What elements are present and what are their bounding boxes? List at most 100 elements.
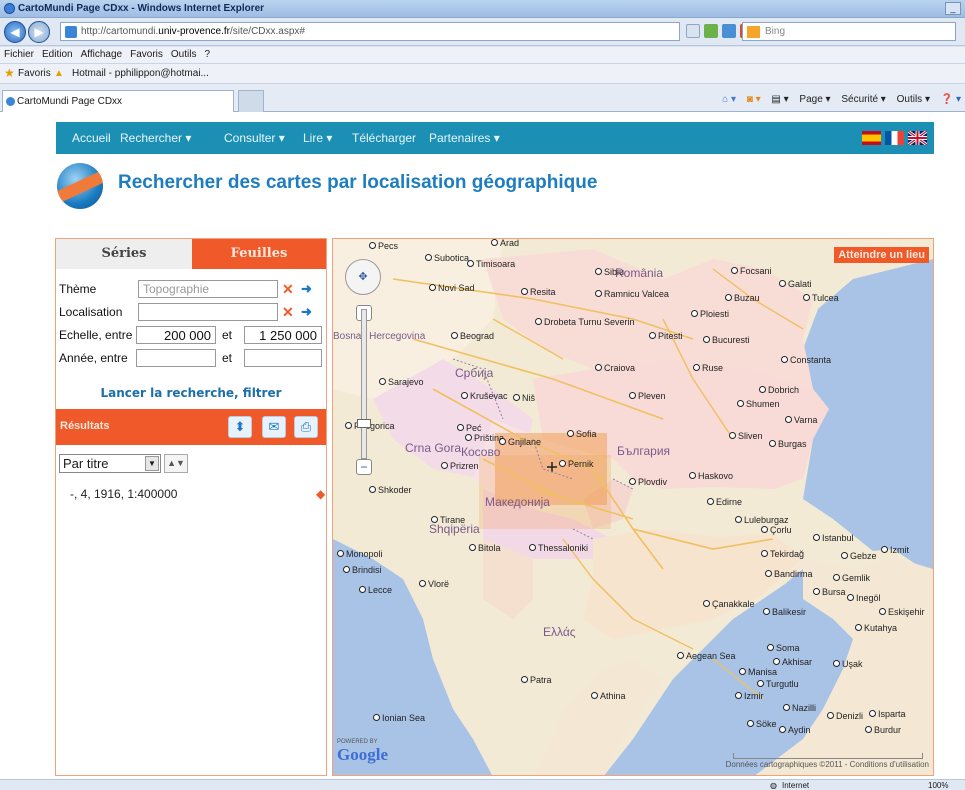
echelle-min-field[interactable]: 200 000	[136, 326, 216, 344]
city-athina: Athina	[591, 691, 626, 701]
city-bitola: Bitola	[469, 543, 501, 553]
hotmail-link[interactable]: Hotmail - pphilippon@hotmai...	[72, 68, 209, 79]
print-results-icon[interactable]: ⎙	[294, 416, 318, 438]
theme-arrow-icon[interactable]: ➜	[301, 281, 312, 297]
city-sofia: Sofia	[567, 429, 597, 439]
home-icon[interactable]: ⌂ ▾	[722, 94, 736, 105]
city-luleburgaz: Luleburgaz	[735, 515, 789, 525]
localisation-field[interactable]	[138, 303, 278, 321]
zoom-level[interactable]: 100%	[928, 781, 948, 790]
list-item[interactable]: -, 4, 1916, 1:400000	[70, 487, 177, 501]
zoom-out-button[interactable]: −	[356, 459, 372, 475]
city-focsani: Focsani	[731, 266, 772, 276]
menu-outils[interactable]: Outils	[167, 47, 201, 60]
nav-lire[interactable]: Lire ▾	[303, 131, 332, 145]
search-placeholder: Bing	[765, 26, 786, 37]
city-istanbul: Istanbul	[813, 533, 854, 543]
address-toolbar: ◀ ▶ http://cartomundi.univ-provence.fr/s…	[0, 18, 965, 46]
page-title: Rechercher des cartes par localisation g…	[118, 172, 598, 193]
back-button[interactable]: ◀	[4, 21, 26, 43]
search-filter-button[interactable]: Lancer la recherche, filtrer	[56, 386, 326, 400]
result-marker-icon: ◆	[316, 487, 326, 501]
city-brindisi: Brindisi	[343, 565, 382, 575]
map-view[interactable]: România Србија Crna Gora Косово Македони…	[332, 238, 934, 776]
flag-es-icon[interactable]	[862, 131, 881, 145]
dropdown-icon[interactable]	[686, 24, 700, 38]
localisation-arrow-icon[interactable]: ➜	[301, 304, 312, 320]
city-soma: Soma	[767, 643, 800, 653]
label-aegean-sea: Aegean Sea	[677, 651, 736, 661]
new-tab-button[interactable]	[238, 90, 264, 112]
sort-value: Par titre	[63, 456, 109, 471]
nav-telecharger[interactable]: Télécharger	[352, 131, 416, 145]
compat-view-icon[interactable]	[704, 24, 718, 38]
add-favorite-icon[interactable]: ▲	[54, 68, 64, 79]
country-greece: Ελλάς	[543, 625, 576, 639]
securite-menu[interactable]: Sécurité ▾	[841, 94, 885, 105]
globe-icon: ◍	[770, 781, 777, 790]
help-icon[interactable]: ❓ ▾	[941, 94, 961, 105]
menu-help[interactable]: ?	[200, 47, 214, 60]
city-inegol: Inegöl	[847, 593, 881, 603]
nav-partenaires[interactable]: Partenaires ▾	[429, 131, 500, 145]
forward-button[interactable]: ▶	[28, 21, 50, 43]
city-prizren: Prizren	[441, 461, 479, 471]
annee-label: Année, entre	[59, 351, 128, 365]
menu-edition[interactable]: Edition	[38, 47, 77, 60]
url-host: univ-provence.fr	[158, 26, 230, 37]
annee-max-field[interactable]	[244, 349, 322, 367]
map-copyright[interactable]: Données cartographiques ©2011 - Conditio…	[726, 760, 929, 769]
tab-series[interactable]: Séries	[56, 239, 192, 269]
nav-accueil[interactable]: Accueil	[72, 131, 111, 145]
search-input[interactable]: Bing	[742, 22, 956, 41]
nav-consulter[interactable]: Consulter ▾	[224, 131, 285, 145]
localisation-label: Localisation	[59, 305, 123, 319]
status-bar: ◍ Internet 100%	[0, 779, 965, 790]
minimize-button[interactable]: _	[945, 2, 961, 15]
browser-tab[interactable]: CartoMundi Page CDxx	[2, 90, 234, 112]
outils-menu[interactable]: Outils ▾	[897, 94, 930, 105]
clear-localisation-icon[interactable]: ✕	[282, 304, 294, 321]
ie-icon	[4, 3, 15, 14]
nav-rechercher[interactable]: Rechercher ▾	[120, 131, 191, 145]
sort-select[interactable]: Par titre ▼	[59, 454, 161, 473]
city-resita: Resita	[521, 287, 556, 297]
tab-feuilles[interactable]: Feuilles	[192, 239, 326, 269]
city-kutahya: Kutahya	[855, 623, 897, 633]
city-thessaloniki: Thessaloniki	[529, 543, 588, 553]
city-galati: Galati	[779, 279, 812, 289]
city-gnjilane: Gnjilane	[499, 437, 541, 447]
menu-affichage[interactable]: Affichage	[77, 47, 127, 60]
city-plovdiv: Plovdiv	[629, 477, 667, 487]
flag-fr-icon[interactable]	[885, 131, 904, 145]
favorites-bar: ★ Favoris ▲ Hotmail - pphilippon@hotmai.…	[0, 64, 965, 84]
zoom-slider[interactable]	[361, 309, 367, 459]
feeds-icon[interactable]: ◙ ▾	[747, 94, 761, 105]
country-bulgaria: България	[617, 444, 671, 458]
clear-theme-icon[interactable]: ✕	[282, 281, 294, 298]
sort-toggle-icon[interactable]: ⬍	[228, 416, 252, 438]
zoom-slider-handle[interactable]	[357, 419, 371, 428]
city-edirne: Edirne	[707, 497, 742, 507]
annee-et-label: et	[222, 351, 233, 365]
favorites-button[interactable]: Favoris	[18, 68, 51, 79]
city-pecs: Pecs	[369, 241, 398, 251]
email-icon[interactable]: ✉	[262, 416, 286, 438]
cartomundi-logo	[57, 163, 103, 209]
theme-field[interactable]: Topographie	[138, 280, 278, 298]
sort-direction-button[interactable]: ▲▼	[164, 454, 188, 473]
goto-place-button[interactable]: Atteindre un lieu	[834, 247, 929, 263]
pan-control-icon[interactable]: ✥	[345, 259, 381, 295]
address-input[interactable]: http://cartomundi.univ-provence.fr/site/…	[60, 22, 680, 41]
page-menu[interactable]: Page ▾	[799, 94, 830, 105]
window-titlebar: CartoMundi Page CDxx - Windows Internet …	[0, 0, 965, 18]
menu-fichier[interactable]: Fichier	[0, 47, 38, 60]
echelle-max-field[interactable]: 1 250 000	[244, 326, 322, 344]
flag-uk-icon[interactable]	[907, 129, 928, 147]
menu-favoris[interactable]: Favoris	[126, 47, 167, 60]
print-icon[interactable]: ▤ ▾	[771, 94, 788, 105]
city-bucuresti: Bucuresti	[703, 335, 750, 345]
annee-min-field[interactable]	[136, 349, 216, 367]
city-canakkale: Çanakkale	[703, 599, 755, 609]
refresh-icon[interactable]	[722, 24, 736, 38]
